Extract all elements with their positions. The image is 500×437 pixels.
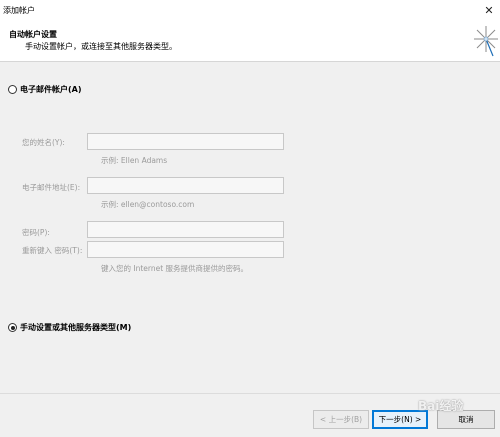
email-label: 电子邮件地址(E): <box>22 183 81 192</box>
manual-setup-option[interactable]: 手动设置或其他服务器类型(M) <box>8 322 131 333</box>
manual-setup-radio[interactable] <box>8 323 17 332</box>
title-bar: 添加帐户 ✕ <box>0 0 500 22</box>
password-label: 密码(P): <box>22 228 50 237</box>
email-input[interactable] <box>87 177 284 194</box>
password-input[interactable] <box>87 221 284 238</box>
window-title: 添加帐户 <box>3 6 35 15</box>
watermark-logo: Bai经验 <box>418 399 464 413</box>
close-icon: ✕ <box>484 3 494 17</box>
wizard-header: 自动帐户设置 手动设置帐户，或连接至其他服务器类型。 <box>0 22 500 62</box>
password-hint: 键入您的 Internet 服务提供商提供的密码。 <box>101 264 249 273</box>
wizard-content: 电子邮件帐户(A) 您的姓名(Y): 示例: Ellen Adams 电子邮件地… <box>0 62 500 393</box>
email-account-label: 电子邮件帐户(A) <box>20 85 82 94</box>
manual-setup-label: 手动设置或其他服务器类型(M) <box>20 323 132 332</box>
add-account-dialog: 添加帐户 ✕ 自动帐户设置 手动设置帐户，或连接至其他服务器类型。 电子邮件帐户… <box>0 0 500 437</box>
wizard-sparkle-icon <box>474 26 498 57</box>
name-label: 您的姓名(Y): <box>22 138 65 147</box>
name-input[interactable] <box>87 133 284 150</box>
back-button[interactable]: < 上一步(B) <box>313 410 369 429</box>
password-confirm-label: 重新键入 密码(T): <box>22 246 83 255</box>
header-subtitle: 手动设置帐户，或连接至其他服务器类型。 <box>25 42 177 51</box>
password-confirm-input[interactable] <box>87 241 284 258</box>
name-hint: 示例: Ellen Adams <box>101 156 168 165</box>
header-title: 自动帐户设置 <box>9 30 57 39</box>
email-account-option[interactable]: 电子邮件帐户(A) <box>8 84 82 95</box>
close-button[interactable]: ✕ <box>478 0 500 20</box>
email-hint: 示例: ellen@contoso.com <box>101 200 195 209</box>
email-account-radio[interactable] <box>8 85 17 94</box>
